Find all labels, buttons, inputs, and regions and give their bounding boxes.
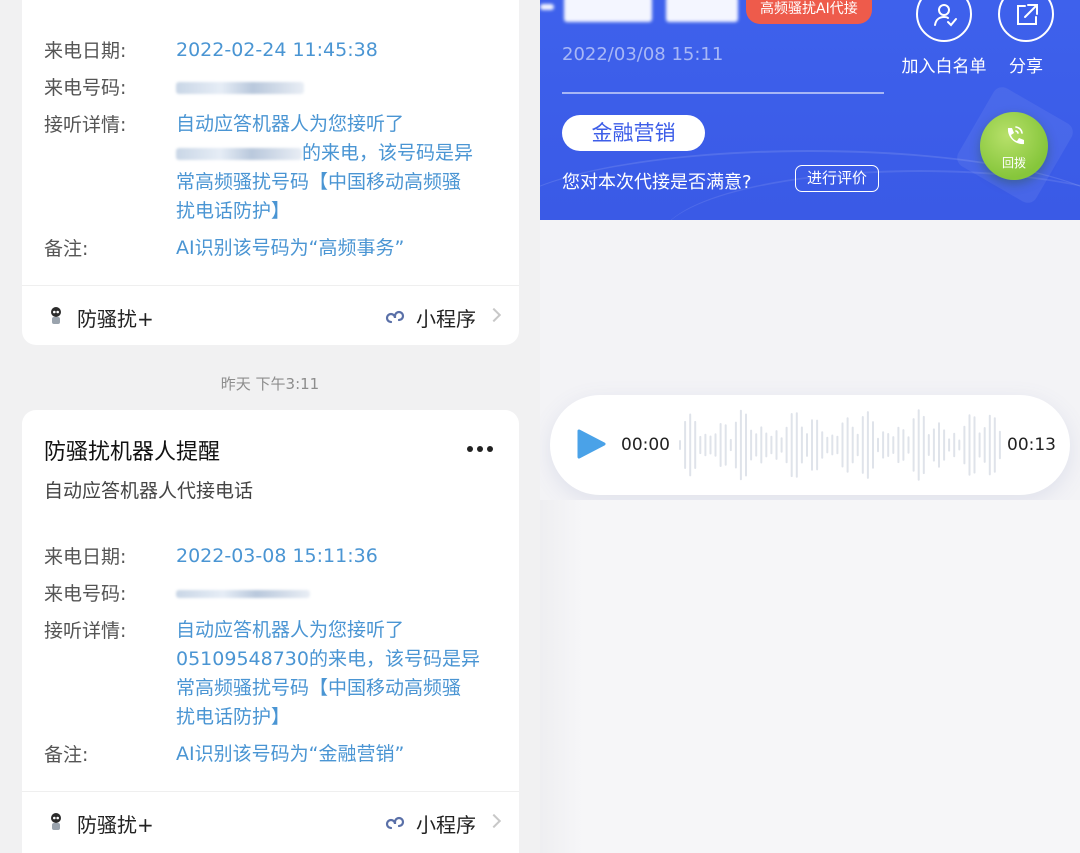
ai-answer-tag: 高频骚扰AI代接 <box>746 0 872 24</box>
card-footer[interactable]: 防骚扰+ 小程序 <box>22 792 519 852</box>
detail-line: 05109548730的来电，该号码是异 <box>176 648 480 670</box>
add-whitelist-label: 加入白名单 <box>901 57 987 77</box>
call-detail-panel: 高频骚扰AI代接 2022/03/08 15:11 加入白名单 分享 金融营销 … <box>540 0 1080 853</box>
remark-value: AI识别该号码为“金融营销” <box>176 743 405 765</box>
audio-current-time: 00:00 <box>621 435 670 455</box>
row-label: 接听详情: <box>44 114 127 136</box>
header-divider <box>562 92 884 94</box>
mini-program-label[interactable]: 小程序 <box>416 303 476 332</box>
message-card[interactable]: 来电日期: 2022-02-24 11:45:38 来电号码: 接听详情: 自动… <box>22 0 519 345</box>
detail-line: 自动应答机器人为您接听了 <box>176 113 405 135</box>
remark-value: AI识别该号码为“高频事务” <box>176 237 405 259</box>
call-date-value: 2022-02-24 11:45:38 <box>176 39 378 61</box>
audio-waveform[interactable] <box>678 405 1003 485</box>
audio-duration: 00:13 <box>1007 435 1056 455</box>
caller-number-masked <box>176 73 496 102</box>
user-check-icon <box>916 0 972 42</box>
answer-details-value: 自动应答机器人为您接听了 05109548730的来电，该号码是异 常高频骚扰号… <box>176 616 496 732</box>
caller-number-masked <box>540 0 740 24</box>
row-label: 来电日期: <box>44 546 127 568</box>
call-header-banner: 高频骚扰AI代接 2022/03/08 15:11 加入白名单 分享 金融营销 … <box>540 0 1080 220</box>
play-icon[interactable] <box>576 429 606 459</box>
chevron-right-icon <box>486 813 502 829</box>
chat-timestamp: 昨天 下午3:11 <box>220 375 320 393</box>
callback-label: 回拨 <box>1001 156 1026 170</box>
detail-line-suffix: 的来电，该号码是异 <box>302 142 474 164</box>
detail-line: 自动应答机器人为您接听了 <box>176 619 405 641</box>
audio-player: 00:00 00:13 <box>550 395 1070 495</box>
message-card[interactable]: 防骚扰机器人提醒 自动应答机器人代接电话 来电日期: 2022-03-08 15… <box>22 410 519 853</box>
share-label: 分享 <box>1009 57 1043 77</box>
content-area <box>540 500 1080 853</box>
row-label: 来电日期: <box>44 40 127 62</box>
detail-line: 常高频骚扰号码【中国移动高频骚 <box>176 171 462 193</box>
row-label: 来电号码: <box>44 583 127 605</box>
more-icon[interactable] <box>467 446 495 454</box>
detail-line: 扰电话防护】 <box>176 200 291 222</box>
satisfaction-question: 您对本次代接是否满意? <box>562 172 752 193</box>
answer-details-value: 自动应答机器人为您接听了 的来电，该号码是异 常高频骚扰号码【中国移动高频骚 扰… <box>176 110 496 226</box>
call-time: 2022/03/08 15:11 <box>562 44 724 65</box>
share-icon <box>998 0 1054 42</box>
mini-program-label[interactable]: 小程序 <box>416 809 476 838</box>
row-label: 接听详情: <box>44 620 127 642</box>
category-badge: 金融营销 <box>562 115 705 151</box>
row-label: 备注: <box>44 744 89 766</box>
robot-icon <box>51 813 61 830</box>
row-label: 备注: <box>44 238 89 260</box>
card-title: 防骚扰机器人提醒 <box>44 440 221 465</box>
row-label: 来电号码: <box>44 77 127 99</box>
robot-icon <box>51 307 61 324</box>
app-label: 防骚扰+ <box>77 813 154 837</box>
chat-panel: 来电日期: 2022-02-24 11:45:38 来电号码: 接听详情: 自动… <box>0 0 540 853</box>
phone-icon <box>1007 126 1024 145</box>
mini-program-icon <box>385 816 405 830</box>
detail-line: 常高频骚扰号码【中国移动高频骚 <box>176 677 462 699</box>
caller-number-masked <box>176 579 496 608</box>
card-subtitle: 自动应答机器人代接电话 <box>44 480 254 502</box>
call-date-value: 2022-03-08 15:11:36 <box>176 545 378 567</box>
callback-button[interactable]: 回拨 <box>980 112 1048 180</box>
app-label: 防骚扰+ <box>77 307 154 331</box>
card-footer[interactable]: 防骚扰+ 小程序 <box>22 286 519 346</box>
detail-line: 的来电，该号码是异 <box>176 139 496 168</box>
mini-program-icon <box>385 310 405 324</box>
chevron-right-icon <box>486 307 502 323</box>
detail-line: 扰电话防护】 <box>176 706 291 728</box>
rate-button[interactable]: 进行评价 <box>795 165 879 192</box>
